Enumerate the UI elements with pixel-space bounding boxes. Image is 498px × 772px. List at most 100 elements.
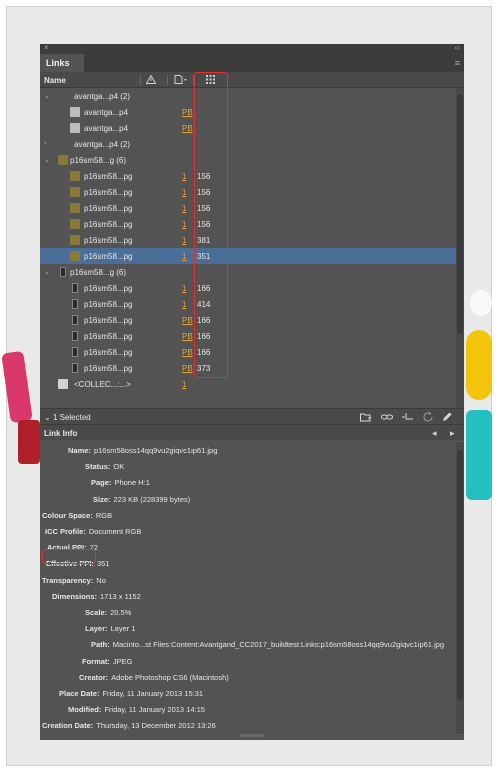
link-info-title[interactable]: Link Info (44, 429, 77, 438)
link-row[interactable]: <COLLEC...:...> 1 (40, 376, 456, 392)
edit-original-icon[interactable] (442, 412, 452, 424)
link-row[interactable]: p16sm58...pg 1 156 (40, 200, 456, 216)
thumbnail-icon (70, 123, 80, 133)
link-name: p16sm58...pg (84, 220, 133, 229)
thumbnail-icon (70, 219, 80, 229)
thumbnail-icon (72, 331, 78, 341)
link-name: p16sm58...pg (84, 204, 133, 213)
scrollbar-thumb[interactable] (457, 94, 463, 334)
info-row: Name: p16sm58oss14qq9vu2giqvc1ip61.jpg (40, 446, 456, 460)
link-row[interactable]: ⌄ p16sm58...g (6) (40, 264, 456, 280)
info-row: Page: Phone H:1 (40, 478, 456, 492)
prev-link-icon[interactable]: ◂ (432, 428, 437, 439)
panel-menu-icon[interactable]: ≡ (455, 58, 460, 68)
link-row[interactable]: › avantga...p4 (2) (40, 136, 456, 152)
link-row[interactable]: p16sm58...pg 1 414 (40, 296, 456, 312)
link-name: p16sm58...pg (84, 172, 133, 181)
link-name: p16sm58...pg (84, 188, 133, 197)
thumbnail-icon (72, 347, 78, 357)
link-name: p16sm58...pg (84, 236, 133, 245)
collapse-icon[interactable]: ‹‹ (455, 43, 460, 52)
link-row[interactable]: p16sm58...pg 1 156 (40, 168, 456, 184)
tab-links[interactable]: Links (40, 54, 84, 72)
info-value: 223 KB (228399 bytes) (113, 494, 191, 504)
chevron-down-icon[interactable]: ⌄ (44, 413, 53, 422)
page-link[interactable]: 1 (182, 300, 186, 309)
link-row[interactable]: p16sm58...pg 1 156 (40, 184, 456, 200)
link-name: avantga...p4 (84, 124, 129, 133)
link-name: p16sm58...pg (84, 316, 133, 325)
info-label: Status: (85, 462, 111, 472)
info-row: Layer: Layer 1 (40, 624, 456, 638)
next-link-icon[interactable]: ▸ (450, 428, 455, 439)
scrollbar-thumb[interactable] (457, 450, 463, 700)
selection-status-bar: ⌄ 1 Selected (40, 408, 464, 424)
link-row[interactable]: p16sm58...pg PB 166 (40, 328, 456, 344)
page-link[interactable]: 1 (182, 188, 186, 197)
info-row: Dimensions: 1713 x 1152 (40, 592, 456, 606)
page-link[interactable]: 1 (182, 204, 186, 213)
link-row[interactable]: p16sm58...pg 1 166 (40, 280, 456, 296)
page-icon[interactable] (174, 75, 188, 86)
page-link[interactable]: 1 (182, 380, 186, 389)
info-label: Scale: (85, 608, 108, 617)
warning-icon[interactable] (145, 74, 157, 86)
link-row[interactable]: p16sm58...pg 1 381 (40, 232, 456, 248)
link-row[interactable]: p16sm58...pg 1 156 (40, 216, 456, 232)
link-name: avantga...p4 (2) (74, 140, 131, 149)
info-label: Transparency: (42, 575, 94, 585)
link-row[interactable]: ⌄ avantga...p4 (2) (40, 88, 456, 104)
link-name: p16sm58...pg (84, 300, 133, 309)
chevron-down-icon[interactable]: ⌄ (44, 92, 50, 100)
link-row[interactable]: p16sm58...pg PB 373 (40, 360, 456, 376)
page-link[interactable]: 1 (182, 236, 186, 245)
decor-yellow-ring (466, 330, 492, 400)
info-row: Creator: Adobe Photoshop CS6 (Macintosh) (40, 673, 456, 687)
thumbnail-icon (72, 299, 78, 309)
go-to-link-icon[interactable] (402, 412, 414, 424)
info-label: Path: (91, 640, 110, 650)
selected-count-text: 1 Selected (52, 413, 91, 422)
page-link[interactable]: 1 (182, 172, 186, 181)
link-name: <COLLEC...:...> (74, 380, 131, 389)
link-row[interactable]: p16sm58...pg PB 166 (40, 312, 456, 328)
link-row[interactable]: p16sm58...pg 1 351 (40, 248, 456, 264)
info-value: Friday, 11 January 2013 15:31 (102, 689, 204, 698)
info-scrollbar[interactable] (456, 442, 464, 734)
info-value: No (96, 575, 106, 585)
effective-ppi-highlight (42, 549, 96, 564)
thumbnail-icon (70, 251, 80, 261)
info-label: Layer: (85, 624, 108, 634)
info-label: Name: (68, 446, 91, 455)
info-row: Scale: 20.5% (40, 608, 456, 622)
ppi-column-highlight (194, 72, 228, 378)
page-link[interactable]: 1 (182, 284, 186, 293)
link-row[interactable]: p16sm58...pg PB 166 (40, 344, 456, 360)
info-label: Creator: (79, 672, 109, 682)
resize-grip[interactable] (240, 734, 264, 737)
page-link[interactable]: PB (182, 108, 193, 117)
page-link[interactable]: PB (182, 348, 193, 357)
close-icon[interactable]: × (44, 43, 49, 52)
thumbnail-icon (60, 267, 66, 277)
info-label: Place Date: (59, 689, 100, 698)
page-link[interactable]: PB (182, 316, 193, 325)
info-row: Place Date: Friday, 11 January 2013 15:31 (40, 689, 456, 703)
page-link[interactable]: PB (182, 124, 193, 133)
chevron-down-icon[interactable]: ⌄ (44, 268, 50, 276)
page-link[interactable]: 1 (182, 252, 186, 261)
link-row[interactable]: avantga...p4 PB (40, 104, 456, 120)
update-link-icon[interactable] (423, 412, 434, 424)
relink-to-folder-icon[interactable] (360, 412, 372, 424)
link-row[interactable]: ⌄ p16sm58...g (6) (40, 152, 456, 168)
column-name-header[interactable]: Name (44, 76, 66, 85)
link-icon[interactable] (381, 412, 393, 424)
links-scrollbar[interactable] (456, 88, 464, 408)
link-row[interactable]: avantga...p4 PB (40, 120, 456, 136)
chevron-right-icon[interactable]: › (44, 140, 46, 147)
page-link[interactable]: PB (182, 364, 193, 373)
column-divider (167, 75, 168, 85)
chevron-down-icon[interactable]: ⌄ (44, 156, 50, 164)
page-link[interactable]: 1 (182, 220, 186, 229)
page-link[interactable]: PB (182, 332, 193, 341)
